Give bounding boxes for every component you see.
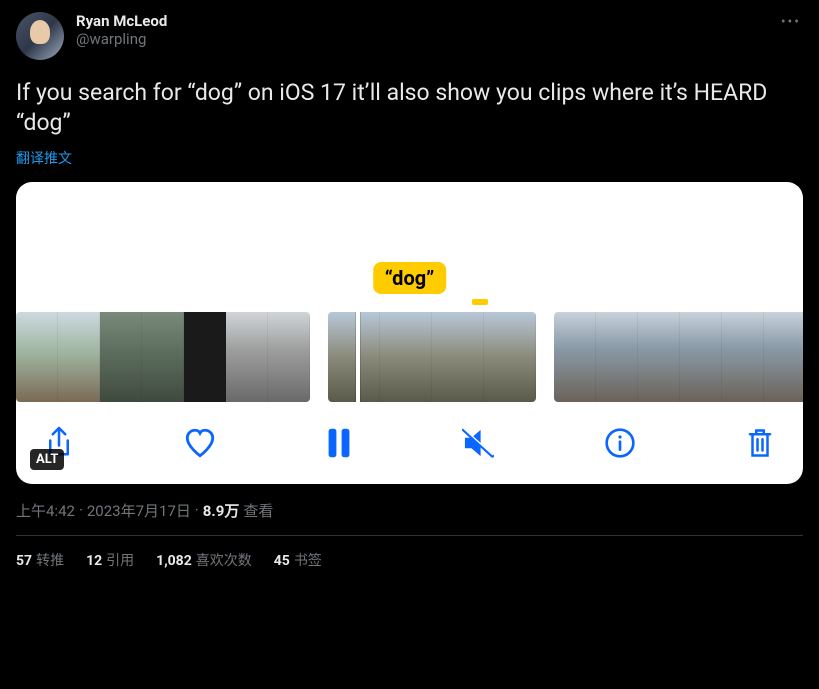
- scrub-marker: [472, 299, 488, 305]
- frame: [596, 312, 638, 402]
- frame: [680, 312, 722, 402]
- tweet: Ryan McLeod @warpling ••• If you search …: [0, 0, 819, 582]
- divider: [16, 535, 803, 536]
- heart-icon[interactable]: [183, 427, 217, 459]
- likes-label: 喜欢次数: [196, 553, 252, 569]
- tweet-header: Ryan McLeod @warpling: [16, 12, 803, 60]
- frame: [722, 312, 764, 402]
- frame: [432, 312, 484, 402]
- alt-badge[interactable]: ALT: [30, 449, 64, 470]
- likes-count: 1,082: [156, 553, 192, 569]
- frame: [58, 312, 100, 402]
- quotes-stat[interactable]: 12引用: [86, 550, 134, 570]
- clip-group-2: [328, 312, 536, 402]
- handle: @warpling: [76, 30, 167, 48]
- frame: [16, 312, 58, 402]
- likes-stat[interactable]: 1,082喜欢次数: [156, 550, 252, 570]
- translate-link[interactable]: 翻译推文: [16, 148, 803, 168]
- info-icon[interactable]: [604, 427, 636, 459]
- retweets-count: 57: [16, 553, 32, 569]
- frame: [484, 312, 536, 402]
- clip-group-1: [16, 312, 310, 402]
- tweet-media[interactable]: “dog”: [16, 182, 803, 484]
- frame: [100, 312, 142, 402]
- retweets-label: 转推: [36, 553, 64, 569]
- views-count: 8.9万: [203, 500, 240, 521]
- avatar[interactable]: [16, 12, 64, 60]
- video-toolbar: [16, 408, 803, 484]
- frame: [142, 312, 184, 402]
- bookmarks-count: 45: [274, 553, 290, 569]
- trash-icon[interactable]: [745, 426, 775, 460]
- meta-sep: ·: [79, 501, 83, 519]
- tweet-meta: 上午4:42 · 2023年7月17日 · 8.9万 查看: [16, 500, 803, 521]
- views-label: 查看: [243, 500, 273, 521]
- bookmarks-label: 书签: [294, 553, 322, 569]
- more-menu-icon[interactable]: •••: [781, 14, 801, 30]
- caption-pill: “dog”: [373, 262, 447, 294]
- display-name: Ryan McLeod: [76, 12, 167, 30]
- frame: [328, 312, 380, 402]
- meta-time[interactable]: 上午4:42: [16, 500, 75, 521]
- mute-icon[interactable]: [461, 427, 495, 459]
- frame: [268, 312, 310, 402]
- author-names[interactable]: Ryan McLeod @warpling: [76, 12, 167, 48]
- playhead[interactable]: [356, 312, 360, 402]
- tweet-stats: 57转推 12引用 1,082喜欢次数 45书签: [16, 550, 803, 570]
- frame: [380, 312, 432, 402]
- meta-sep: ·: [195, 501, 199, 519]
- pause-icon[interactable]: [326, 427, 352, 459]
- media-inner: “dog”: [16, 182, 803, 484]
- quotes-count: 12: [86, 553, 102, 569]
- frame: [226, 312, 268, 402]
- bookmarks-stat[interactable]: 45书签: [274, 550, 322, 570]
- frame: [184, 312, 226, 402]
- quotes-label: 引用: [106, 553, 134, 569]
- tweet-body: If you search for “dog” on iOS 17 it’ll …: [16, 78, 803, 138]
- meta-date[interactable]: 2023年7月17日: [87, 500, 191, 521]
- clip-group-3: [554, 312, 803, 402]
- frame: [638, 312, 680, 402]
- retweets-stat[interactable]: 57转推: [16, 550, 64, 570]
- frame: [554, 312, 596, 402]
- frame: [764, 312, 803, 402]
